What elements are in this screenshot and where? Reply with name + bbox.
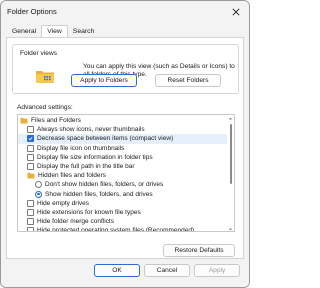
advanced-settings-items: Files and Folders Always show icons, neve… — [18, 115, 228, 232]
radio-button[interactable] — [35, 181, 42, 189]
scrollbar-thumb[interactable] — [229, 124, 232, 184]
ok-button[interactable]: OK — [94, 264, 140, 277]
radio-button[interactable] — [35, 190, 42, 198]
scroll-up-icon[interactable] — [228, 116, 233, 121]
settings-row-label: Hide protected operating system files (R… — [37, 227, 195, 232]
settings-row[interactable]: Hide folder merge conflicts — [18, 217, 228, 226]
view-tab-panel: Folder views You can apply this view (su… — [6, 37, 244, 259]
settings-row[interactable]: Display the full path in the title bar — [18, 162, 228, 171]
settings-row[interactable]: Display file icon on thumbnails — [18, 144, 228, 153]
settings-row[interactable]: Show hidden files, folders, and drives — [18, 190, 228, 199]
checkbox[interactable] — [27, 227, 34, 231]
window-title: Folder Options — [7, 7, 57, 16]
settings-row-label: Hide extensions for known file types — [37, 209, 141, 217]
title-bar: Folder Options — [1, 1, 249, 23]
settings-row-label: Files and Folders — [31, 117, 81, 125]
checkbox[interactable] — [27, 126, 34, 134]
settings-row-label: Display the full path in the title bar — [37, 163, 135, 171]
close-button[interactable] — [229, 5, 243, 19]
settings-row-label: Show hidden files, folders, and drives — [45, 190, 153, 198]
settings-row[interactable]: Hidden files and folders — [18, 171, 228, 180]
settings-row[interactable]: Decrease space between items (compact vi… — [18, 134, 228, 144]
settings-row[interactable]: Files and Folders — [18, 116, 228, 125]
folder-views-label: Folder views — [19, 50, 59, 57]
advanced-settings-label: Advanced settings: — [17, 104, 73, 111]
settings-row-label: Hide folder merge conflicts — [37, 218, 114, 226]
checkbox[interactable] — [27, 218, 34, 226]
settings-row-label: Display file size information in folder … — [37, 153, 153, 161]
settings-row[interactable]: Display file size information in folder … — [18, 153, 228, 162]
settings-row-label: Hide empty drives — [37, 199, 90, 207]
checkbox[interactable] — [27, 135, 34, 143]
checkbox[interactable] — [27, 153, 34, 161]
settings-row[interactable]: Hide extensions for known file types — [18, 208, 228, 217]
apply-to-folders-button[interactable]: Apply to Folders — [71, 74, 137, 87]
restore-defaults-button[interactable]: Restore Defaults — [163, 244, 235, 257]
settings-row[interactable]: Always show icons, never thumbnails — [18, 125, 228, 134]
folder-options-window: Folder Options General View Search Folde… — [0, 0, 250, 288]
checkbox[interactable] — [27, 199, 34, 207]
apply-button[interactable]: Apply — [194, 264, 240, 277]
checkbox[interactable] — [27, 144, 34, 152]
folder-icon — [36, 71, 54, 83]
settings-row-label: Display file icon on thumbnails — [37, 144, 125, 152]
settings-row-label: Always show icons, never thumbnails — [37, 126, 145, 134]
settings-row-label: Hidden files and folders — [38, 172, 106, 180]
checkbox[interactable] — [27, 163, 34, 171]
close-icon — [232, 8, 240, 16]
scroll-down-icon[interactable] — [228, 227, 233, 232]
reset-folders-button[interactable]: Reset Folders — [155, 74, 221, 87]
folder-icon — [27, 173, 35, 179]
cancel-button[interactable]: Cancel — [144, 264, 190, 277]
settings-row[interactable]: Don't show hidden files, folders, or dri… — [18, 180, 228, 189]
checkbox[interactable] — [27, 209, 34, 217]
settings-row-label: Decrease space between items (compact vi… — [37, 135, 174, 143]
scrollbar[interactable] — [227, 115, 234, 232]
settings-row[interactable]: Hide protected operating system files (R… — [18, 226, 228, 232]
settings-row[interactable]: Hide empty drives — [18, 199, 228, 208]
folder-icon — [20, 117, 28, 124]
check-icon — [28, 137, 33, 141]
settings-row-label: Don't show hidden files, folders, or dri… — [45, 181, 164, 189]
advanced-settings-list[interactable]: Files and Folders Always show icons, neve… — [17, 114, 235, 232]
